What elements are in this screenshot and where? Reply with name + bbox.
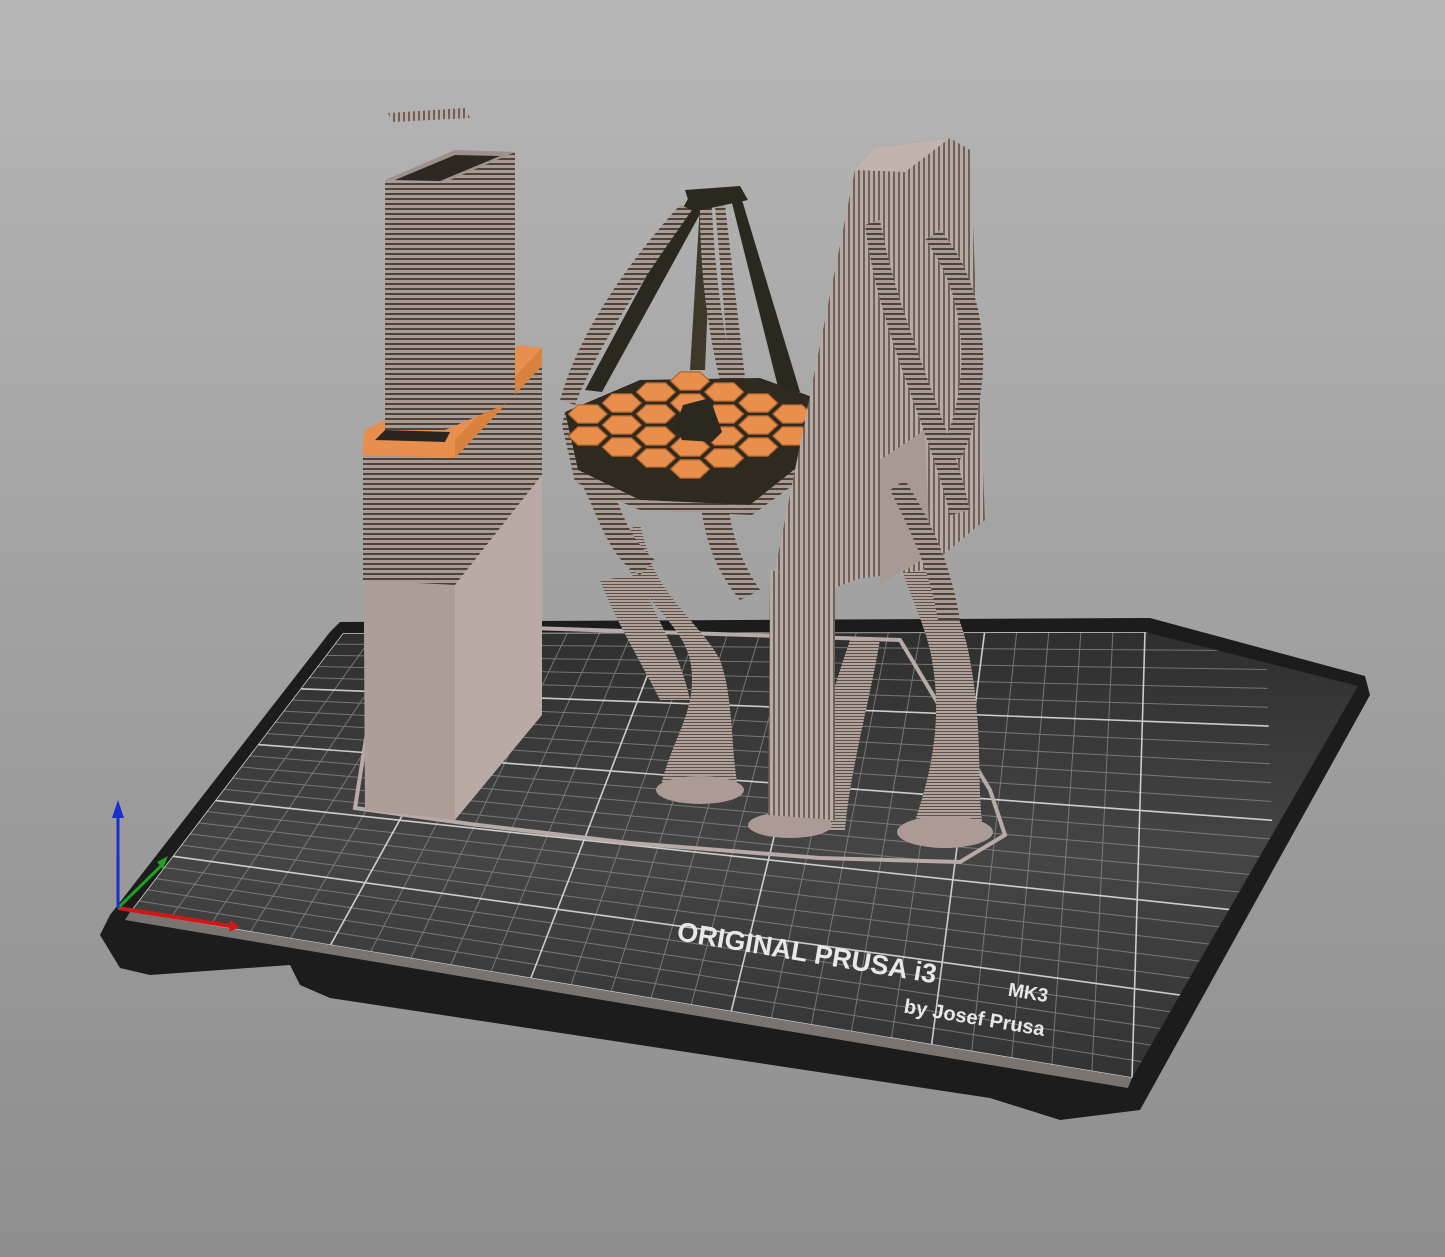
- rack-lower-bars: [768, 570, 835, 820]
- 3d-viewport[interactable]: ORIGINAL PRUSA i3 MK3 by Josef Prusa: [0, 0, 1445, 1257]
- hexagon-mirror-model[interactable]: [560, 186, 818, 515]
- tower-lower-front-layers: [363, 450, 455, 585]
- tower-top-hole: [375, 430, 450, 442]
- floating-layer: [388, 108, 470, 122]
- tower-upper-side: [445, 152, 515, 430]
- print-bed: ORIGINAL PRUSA i3 MK3 by Josef Prusa: [100, 618, 1370, 1120]
- z-axis-arrow: [112, 800, 124, 818]
- tripod-cable-1: [560, 205, 692, 405]
- support-foot-1: [656, 776, 744, 804]
- tower-upper-front: [385, 180, 445, 430]
- support-branch-dark-2: [700, 500, 760, 600]
- support-foot-2: [897, 816, 993, 848]
- tall-tower[interactable]: [363, 108, 542, 820]
- tripod-leg-1: [585, 195, 705, 392]
